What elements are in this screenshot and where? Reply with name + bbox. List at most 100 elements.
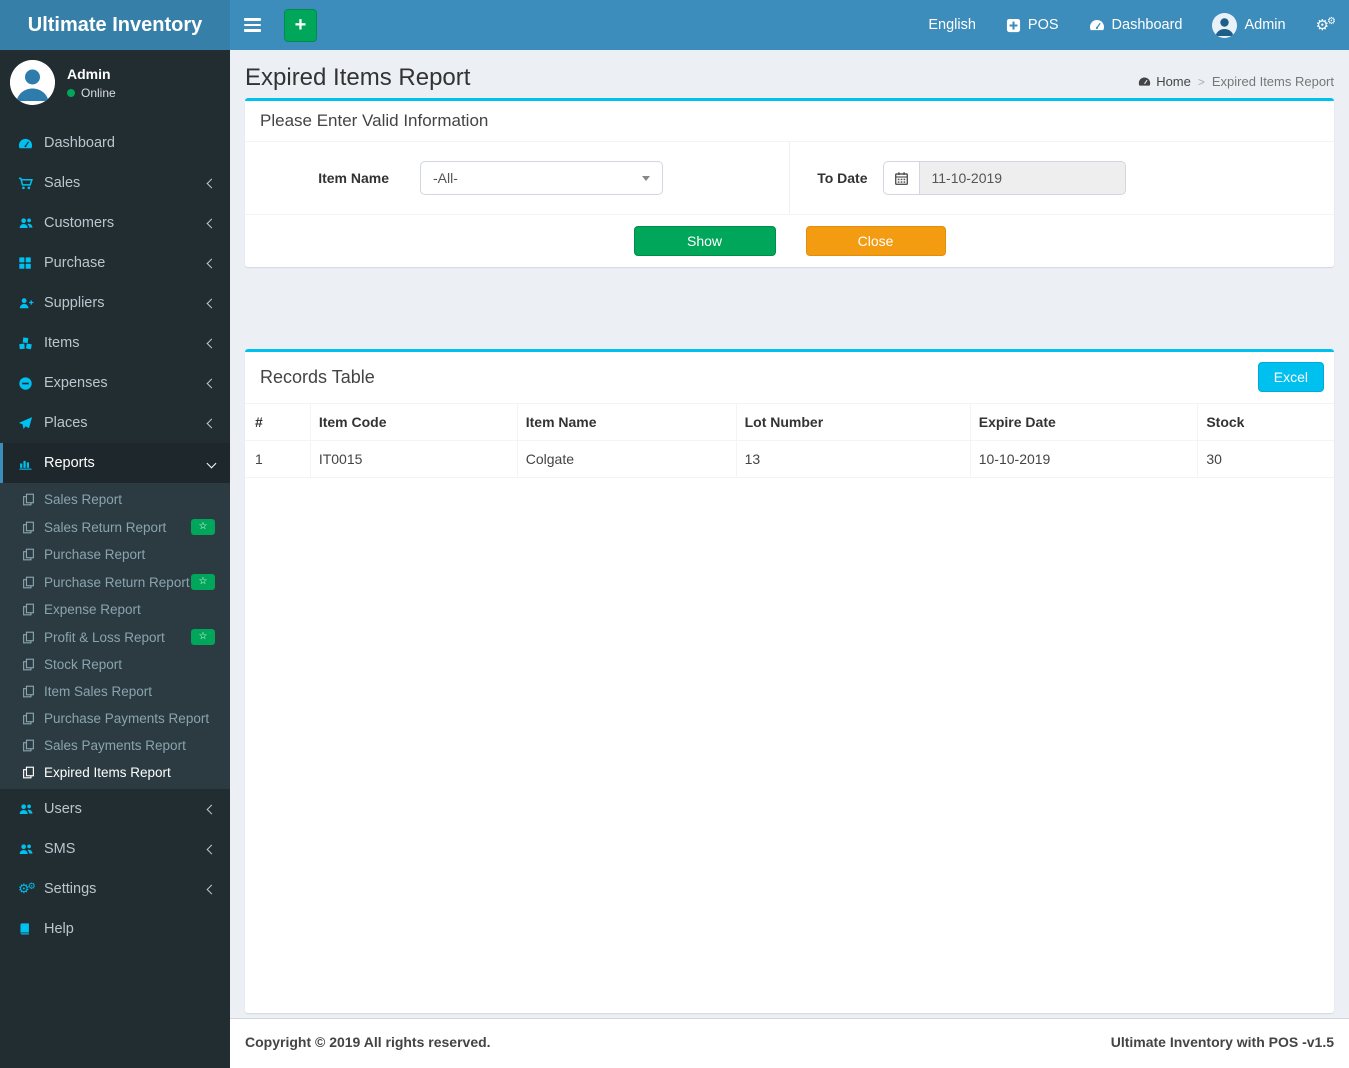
star-badge: ☆ bbox=[191, 574, 215, 590]
submenu-item-expense-report[interactable]: Expense Report bbox=[0, 596, 230, 623]
submenu-item-stock-report[interactable]: Stock Report bbox=[0, 651, 230, 678]
table-header-row: # Item Code Item Name Lot Number Expire … bbox=[245, 403, 1334, 441]
sidebar-item-help[interactable]: Help bbox=[0, 909, 230, 949]
filter-actions: Show Close bbox=[245, 214, 1334, 267]
sidebar-item-suppliers[interactable]: Suppliers bbox=[0, 283, 230, 323]
language-menu[interactable]: English bbox=[913, 0, 991, 50]
submenu-item-purchase-payments-report[interactable]: Purchase Payments Report bbox=[0, 705, 230, 732]
tachometer-icon bbox=[1089, 17, 1105, 33]
submenu-item-purchase-report[interactable]: Purchase Report bbox=[0, 541, 230, 568]
report-copy-icon bbox=[22, 631, 44, 644]
sidebar-item-places[interactable]: Places bbox=[0, 403, 230, 443]
report-copy-icon bbox=[22, 603, 44, 616]
submenu-item-sales-return-report[interactable]: Sales Return Report ☆ bbox=[0, 513, 230, 541]
sidebar-item-items[interactable]: Items bbox=[0, 323, 230, 363]
users-icon bbox=[18, 216, 44, 231]
cell-item-code: IT0015 bbox=[309, 440, 518, 478]
copyright-text: Copyright © 2019 All rights reserved. bbox=[245, 1034, 491, 1050]
item-name-selected-value: -All- bbox=[433, 170, 458, 186]
show-button[interactable]: Show bbox=[633, 226, 776, 256]
hamburger-icon bbox=[244, 15, 261, 35]
col-header-index: # bbox=[245, 403, 311, 441]
user-menu[interactable]: Admin bbox=[1197, 0, 1300, 50]
star-icon: ☆ bbox=[198, 576, 208, 587]
minus-circle-icon bbox=[18, 376, 44, 391]
chevron-left-icon bbox=[206, 804, 217, 814]
book-icon bbox=[18, 922, 44, 936]
paper-plane-icon bbox=[18, 416, 44, 431]
excel-export-button[interactable]: Excel bbox=[1257, 362, 1324, 392]
sidebar-user-status: Online bbox=[67, 86, 116, 100]
chevron-left-icon bbox=[206, 884, 217, 894]
main-content: Please Enter Valid Information Item Name… bbox=[230, 98, 1349, 1018]
col-header-expire-date: Expire Date bbox=[969, 403, 1199, 441]
sidebar: Admin Online Dashboard Sales Customers P… bbox=[0, 50, 230, 1068]
report-copy-icon bbox=[22, 548, 44, 561]
dashboard-link[interactable]: Dashboard bbox=[1074, 0, 1198, 50]
filter-panel-title: Please Enter Valid Information bbox=[245, 101, 1334, 142]
chevron-left-icon bbox=[206, 844, 217, 854]
sidebar-item-sms[interactable]: SMS bbox=[0, 829, 230, 869]
online-dot-icon bbox=[67, 88, 75, 97]
chevron-left-icon bbox=[206, 178, 217, 188]
quick-add-button[interactable]: + bbox=[284, 8, 317, 42]
pos-link[interactable]: POS bbox=[991, 0, 1074, 50]
item-name-select[interactable]: -All- bbox=[420, 161, 663, 195]
to-date-input[interactable] bbox=[918, 161, 1126, 195]
close-button[interactable]: Close bbox=[805, 226, 946, 256]
cell-stock: 30 bbox=[1197, 440, 1334, 478]
submenu-item-sales-report[interactable]: Sales Report bbox=[0, 486, 230, 513]
user-plus-icon bbox=[18, 296, 44, 311]
col-header-stock: Stock bbox=[1197, 403, 1334, 441]
chevron-left-icon bbox=[206, 418, 217, 428]
content-header: Expired Items Report Home > Expired Item… bbox=[230, 50, 1349, 98]
version-text: Ultimate Inventory with POS -v1.5 bbox=[1110, 1034, 1334, 1050]
app-logo[interactable]: Ultimate Inventory bbox=[0, 0, 230, 50]
chevron-down-icon bbox=[206, 458, 217, 468]
star-icon: ☆ bbox=[198, 521, 208, 532]
sidebar-item-customers[interactable]: Customers bbox=[0, 203, 230, 243]
records-panel: Records Table Excel # Item Code Item Nam… bbox=[245, 349, 1334, 1013]
chevron-left-icon bbox=[206, 218, 217, 228]
star-badge: ☆ bbox=[191, 519, 215, 535]
to-date-label: To Date bbox=[817, 170, 868, 186]
calendar-icon[interactable] bbox=[882, 161, 919, 195]
filter-panel: Please Enter Valid Information Item Name… bbox=[245, 98, 1334, 267]
page-title: Expired Items Report bbox=[245, 64, 471, 91]
sidebar-item-settings[interactable]: ⚙⚙ Settings bbox=[0, 869, 230, 909]
report-copy-icon bbox=[22, 493, 44, 506]
cell-index: 1 bbox=[245, 440, 311, 478]
records-table: # Item Code Item Name Lot Number Expire … bbox=[245, 403, 1334, 478]
submenu-item-sales-payments-report[interactable]: Sales Payments Report bbox=[0, 732, 230, 759]
sidebar-item-purchase[interactable]: Purchase bbox=[0, 243, 230, 283]
tachometer-icon bbox=[18, 136, 44, 151]
submenu-item-expired-items-report[interactable]: Expired Items Report bbox=[0, 759, 230, 786]
report-copy-icon bbox=[22, 521, 44, 534]
submenu-item-purchase-return-report[interactable]: Purchase Return Report ☆ bbox=[0, 568, 230, 596]
chevron-left-icon bbox=[206, 338, 217, 348]
breadcrumb-separator: > bbox=[1197, 74, 1205, 89]
top-navbar: + English POS Dashboard Admin ⚙⚙ bbox=[230, 0, 1349, 50]
sidebar-menu: Dashboard Sales Customers Purchase Suppl… bbox=[0, 123, 230, 949]
submenu-item-profit-loss-report[interactable]: Profit & Loss Report ☆ bbox=[0, 623, 230, 651]
star-icon: ☆ bbox=[198, 631, 208, 642]
breadcrumb-home-link[interactable]: Home bbox=[1138, 74, 1191, 89]
caret-down-icon bbox=[642, 175, 650, 181]
user-avatar bbox=[1212, 12, 1238, 38]
sidebar-item-reports[interactable]: Reports Sales Report Sales Return Report… bbox=[0, 443, 230, 789]
breadcrumb-current: Expired Items Report bbox=[1211, 74, 1334, 89]
chevron-left-icon bbox=[206, 378, 217, 388]
cell-item-name: Colgate bbox=[516, 440, 737, 478]
sidebar-item-expenses[interactable]: Expenses bbox=[0, 363, 230, 403]
records-title: Records Table bbox=[260, 367, 375, 387]
bar-chart-icon bbox=[18, 456, 44, 471]
sidebar-item-sales[interactable]: Sales bbox=[0, 163, 230, 203]
settings-gears-button[interactable]: ⚙⚙ bbox=[1301, 0, 1349, 50]
sidebar-item-users[interactable]: Users bbox=[0, 789, 230, 829]
gears-icon: ⚙⚙ bbox=[18, 881, 36, 896]
sidebar-item-dashboard[interactable]: Dashboard bbox=[0, 123, 230, 163]
col-header-lot-number: Lot Number bbox=[735, 403, 971, 441]
submenu-item-item-sales-report[interactable]: Item Sales Report bbox=[0, 678, 230, 705]
sidebar-toggle-button[interactable] bbox=[230, 0, 275, 50]
users-icon bbox=[18, 842, 44, 857]
